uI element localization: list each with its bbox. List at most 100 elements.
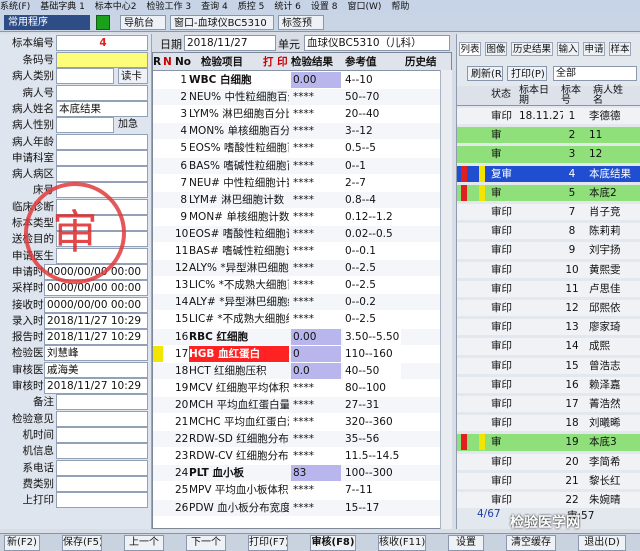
menu-item[interactable]: 系统(F) (0, 2, 30, 12)
table-row[interactable]: 17 HGB 血红蛋白 0 110--160 (153, 345, 451, 362)
table-row[interactable]: 26 PDW 血小板分布宽度 **** 15--17 (153, 499, 451, 516)
common-programs-button[interactable]: 常用程序 (4, 15, 90, 30)
table-row[interactable]: 4MON% 单核细胞百分比**** 3--12 (153, 123, 451, 140)
field-value[interactable]: 刘慧峰 (44, 345, 148, 362)
field-value[interactable] (56, 117, 114, 134)
tab-request[interactable]: 申请 (583, 42, 605, 56)
date-picker[interactable]: 2018/11/27 (184, 35, 276, 51)
bottom-button[interactable]: 保存(F5) (62, 535, 102, 551)
table-row[interactable]: 21 MCHC 平均血红蛋白浓 **** 320--360 (153, 414, 451, 430)
specimen-row[interactable]: 审印 22 朱婉晴 (457, 492, 640, 509)
specimen-row[interactable]: 审印 17 菁浩然 (457, 396, 640, 413)
table-row[interactable]: 14 ALY# *异型淋巴细胞绝 **** 0--0.2 (153, 294, 451, 311)
specimen-row[interactable]: 审印 15 曾浩志 (457, 357, 640, 374)
menu-item[interactable]: 质控 5 (238, 2, 265, 12)
test-result[interactable]: **** (291, 192, 341, 208)
table-row[interactable]: 16 RBC 红细胞 0.00 3.50--5.50 (153, 328, 451, 345)
urgent-checkbox[interactable]: 加急 (118, 117, 150, 133)
bottom-button[interactable]: 下一个 (186, 535, 226, 551)
field-value[interactable] (56, 443, 148, 460)
nav-tab[interactable]: 导航台 (120, 15, 166, 30)
test-result[interactable]: 0.00 (291, 328, 341, 345)
table-row[interactable]: 15 LIC# *不成熟大细胞绝 **** 0--2.5 (153, 311, 451, 327)
table-row[interactable]: 25 MPV 平均血小板体积 **** 7--11 (153, 482, 451, 498)
table-row[interactable]: 18 HCT 红细胞压积 0.0 40--50 (153, 362, 451, 379)
field-value[interactable] (56, 52, 148, 68)
bottom-button[interactable]: 新(F2) (4, 535, 40, 551)
table-row[interactable]: 20 MCH 平均血红蛋白量 **** 27--31 (153, 396, 451, 413)
specimen-no-field[interactable]: 4 (56, 35, 148, 51)
table-row[interactable]: 7 NEU# 中性粒细胞计数 **** 2--7 (153, 175, 451, 191)
play-icon[interactable] (96, 15, 110, 30)
specimen-row[interactable]: 审印 20 李简希 (457, 453, 640, 470)
test-result[interactable]: **** (291, 243, 341, 259)
field-value[interactable] (56, 394, 148, 411)
test-result[interactable]: **** (291, 482, 341, 498)
field-value[interactable] (56, 426, 148, 443)
print-list-button[interactable]: 打印(P) (507, 66, 547, 81)
field-value[interactable]: 0000/00/00 00:00 (44, 280, 148, 297)
table-row[interactable]: 6 BAS% 嗜碱性粒细胞百 **** 0--1 (153, 157, 451, 174)
specimen-row[interactable]: 审印 9 刘宇扬 (457, 242, 640, 259)
menu-item[interactable]: 设置 8 (311, 2, 338, 12)
specimen-row[interactable]: 审印 18 刘曦晞 (457, 415, 640, 432)
specimen-row[interactable]: 审 2 11 (457, 127, 640, 144)
table-row[interactable]: 24 PLT 血小板 83 100--300 (153, 465, 451, 482)
test-result[interactable]: **** (291, 431, 341, 447)
menu-item[interactable]: 标本中心2 (95, 2, 137, 12)
test-result[interactable]: **** (291, 294, 341, 310)
test-result[interactable]: **** (291, 158, 341, 174)
test-result[interactable]: **** (291, 260, 341, 276)
specimen-row[interactable]: 审印 10 黄熙雯 (457, 261, 640, 278)
menu-item[interactable]: 窗口(W) (348, 2, 382, 12)
field-value[interactable]: 0000/00/00 00:00 (44, 296, 148, 313)
bottom-button[interactable]: 设置 (448, 535, 484, 551)
read-card-button[interactable]: 读卡 (118, 68, 148, 85)
field-value[interactable] (56, 166, 148, 183)
test-result[interactable]: **** (291, 123, 341, 139)
menu-item[interactable]: 统计 6 (274, 2, 301, 12)
table-row[interactable]: 3 LYM% 淋巴细胞百分比 **** 20--40 (153, 106, 451, 122)
test-result[interactable]: **** (291, 277, 341, 293)
specimen-row[interactable]: 审印 18.11.27 1 李德德 (457, 108, 640, 125)
test-result[interactable]: **** (291, 380, 341, 396)
test-result[interactable]: **** (291, 448, 341, 464)
menu-item[interactable]: 帮助 (391, 2, 409, 12)
table-row[interactable]: 23 RDW-CV 红细胞分布宽 **** 11.5--14.5 (153, 448, 451, 464)
field-value[interactable] (56, 68, 114, 85)
field-value[interactable]: 2018/11/27 10:29 (44, 378, 148, 394)
specimen-row[interactable]: 复审 4 本底结果 (457, 165, 640, 182)
table-row[interactable]: 8 LYM# 淋巴细胞计数 **** 0.8--4 (153, 191, 451, 208)
specimen-row[interactable]: 审印 7 肖子竞 (457, 204, 640, 221)
test-result[interactable]: **** (291, 414, 341, 430)
tab-input[interactable]: 输入 (557, 42, 579, 56)
field-value[interactable]: 2018/11/27 10:29 (44, 312, 148, 329)
menu-item[interactable]: 基础字典 1 (40, 2, 85, 12)
test-result[interactable]: 0.0 (291, 362, 341, 379)
bottom-button[interactable]: 核收(F11) (378, 535, 426, 551)
specimen-row[interactable]: 审印 21 黎长红 (457, 472, 640, 489)
field-value[interactable] (56, 84, 148, 101)
table-row[interactable]: 22 RDW-SD 红细胞分布宽 **** 35--56 (153, 431, 451, 448)
test-result[interactable]: **** (291, 500, 341, 516)
tab-history[interactable]: 历史结果 (511, 42, 553, 56)
table-row[interactable]: 9 MON# 单核细胞计数 **** 0.12--1.2 (153, 209, 451, 225)
test-result[interactable]: **** (291, 175, 341, 191)
test-result[interactable]: **** (291, 209, 341, 225)
specimen-row[interactable]: 审印 12 邱熙依 (457, 300, 640, 317)
specimen-row[interactable]: 审 5 本底2 (457, 184, 640, 201)
tab-sample[interactable]: 样本 (609, 42, 631, 56)
unit-select[interactable]: 血球仪BC5310（儿科） (304, 35, 450, 51)
test-result[interactable]: **** (291, 89, 341, 105)
window-tab[interactable]: 窗口-血球仪BC5310 (170, 15, 274, 30)
specimen-row[interactable]: 审印 8 陈莉莉 (457, 223, 640, 240)
table-row[interactable]: 12 ALY% *异型淋巴细胞百 **** 0--2.5 (153, 260, 451, 277)
field-value[interactable] (56, 459, 148, 476)
test-result[interactable]: 0.00 (291, 72, 341, 88)
results-scrollbar[interactable] (440, 70, 452, 529)
table-row[interactable]: 1 WBC 白细胞 0.00 4--10 (153, 72, 451, 88)
test-result[interactable]: **** (291, 140, 341, 156)
test-result[interactable]: **** (291, 106, 341, 122)
refresh-button[interactable]: 刷新(R) (467, 66, 503, 81)
bottom-button[interactable]: 退出(D) (578, 535, 626, 551)
